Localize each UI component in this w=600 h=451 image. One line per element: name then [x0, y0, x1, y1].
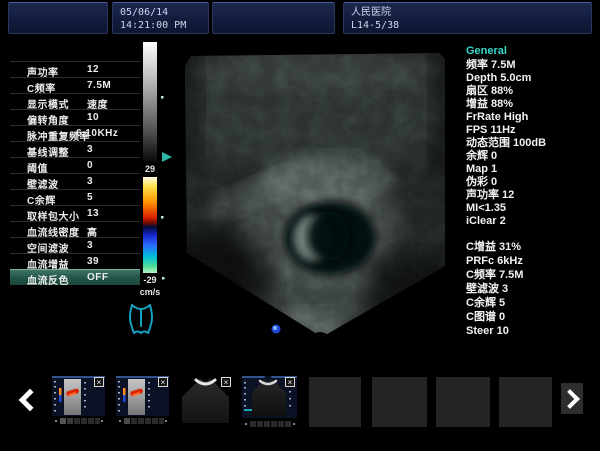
readout-persistence: 余辉 0 [466, 150, 599, 163]
readout-frequency: 频率 7.5M [466, 59, 599, 72]
prev-thumbnails-button[interactable] [15, 386, 39, 414]
grayscale-bar [143, 42, 157, 163]
datetime-panel: 05/06/14 14:21:00 PM [112, 2, 209, 34]
thumbnail-4[interactable]: × [242, 376, 297, 434]
param-row-threshold[interactable]: 阈值0 [10, 157, 140, 173]
thumbnail-1[interactable]: × [52, 376, 105, 430]
ultrasound-image [160, 40, 460, 340]
chevron-left-icon [18, 389, 41, 412]
depth-tick [161, 96, 164, 99]
patient-info-panel [8, 2, 108, 34]
param-row-spatial-filter[interactable]: 空间滤波3 [10, 237, 140, 253]
param-row-baseline[interactable]: 基线调整3 [10, 141, 140, 157]
color-velocity-bar [143, 177, 157, 273]
readout-wall-filter: 壁滤波 3 [466, 282, 599, 296]
thumbnail-slot-empty [309, 377, 361, 427]
readout-c-persistence: C余辉 5 [466, 296, 599, 310]
imaging-parameters-panel: General 频率 7.5M Depth 5.0cm 扇区 88% 增益 88… [466, 45, 599, 338]
ultrasound-screen: 05/06/14 14:21:00 PM 人民医院 L14-5/38 声功率12… [0, 0, 600, 451]
readout-map: Map 1 [466, 163, 599, 176]
readout-pseudocolor: 伪彩 0 [466, 176, 599, 189]
doppler-parameter-list: 声功率12 C频率7.5M 显示模式速度 偏转角度10 脉冲重复频率6.10KH… [10, 61, 140, 285]
probe-model: L14-5/38 [351, 19, 591, 32]
close-thumbnail-3-button[interactable]: × [221, 377, 231, 387]
readout-c-gain: C增益 31% [466, 240, 599, 254]
param-row-packet-size[interactable]: 取样包大小13 [10, 205, 140, 221]
depth-tick [162, 277, 165, 280]
time-display: 14:21:00 PM [120, 19, 208, 32]
param-row-c-persistence[interactable]: C余辉5 [10, 189, 140, 205]
focus-arrow-icon[interactable] [162, 152, 172, 162]
close-thumbnail-4-button[interactable]: × [285, 377, 295, 387]
readout-acoustic-power: 声功率 12 [466, 189, 599, 202]
date-display: 05/06/14 [120, 6, 208, 19]
next-thumbnails-button[interactable] [561, 383, 583, 414]
readout-framerate: FrRate High [466, 111, 599, 124]
thumbnail-3[interactable]: × [178, 376, 233, 433]
thumbnail-slot-empty [499, 377, 552, 427]
scan-sector [160, 40, 460, 340]
param-row-wall-filter[interactable]: 壁滤波3 [10, 173, 140, 189]
close-thumbnail-2-button[interactable]: × [158, 377, 168, 387]
param-row-steer-angle[interactable]: 偏转角度10 [10, 109, 140, 125]
chevron-right-icon [560, 389, 580, 409]
param-row-flow-invert-selected[interactable]: 血流反色OFF [10, 269, 140, 285]
param-row-flow-gain[interactable]: 血流增益39 [10, 253, 140, 269]
body-marker-icon[interactable] [120, 300, 162, 342]
param-row-line-density[interactable]: 血流线密度高 [10, 221, 140, 237]
readout-prfc: PRFc 6kHz [466, 254, 599, 268]
param-row-acoustic-power[interactable]: 声功率12 [10, 61, 140, 77]
readout-steer: Steer 10 [466, 324, 599, 338]
thumbnail-slot-empty [372, 377, 427, 427]
readout-depth: Depth 5.0cm [466, 72, 599, 85]
param-row-c-frequency[interactable]: C频率7.5M [10, 77, 140, 93]
depth-tick [161, 216, 164, 219]
close-thumbnail-1-button[interactable]: × [94, 377, 104, 387]
thumbnail-slot-empty [436, 377, 490, 427]
hospital-probe-panel: 人民医院 L14-5/38 [343, 2, 592, 34]
section-title-general: General [466, 45, 599, 58]
readout-gain: 增益 88% [466, 98, 599, 111]
readout-dynamic-range: 动态范围 100dB [466, 137, 599, 150]
hospital-name: 人民医院 [351, 6, 591, 19]
readout-c-frequency: C频率 7.5M [466, 268, 599, 282]
readout-fps: FPS 11Hz [466, 124, 599, 137]
param-row-prf[interactable]: 脉冲重复频率6.10KHz [10, 125, 140, 141]
exam-info-panel [212, 2, 335, 34]
readout-c-map: C图谱 0 [466, 310, 599, 324]
color-parameters-block: C增益 31% PRFc 6kHz C频率 7.5M 壁滤波 3 C余辉 5 C… [466, 240, 599, 338]
readout-iclear: iClear 2 [466, 215, 599, 228]
thumbnail-2[interactable]: × [116, 376, 169, 430]
param-row-display-mode[interactable]: 显示模式速度 [10, 93, 140, 109]
readout-sector: 扇区 88% [466, 85, 599, 98]
readout-mi: MI<1.35 [466, 202, 599, 215]
